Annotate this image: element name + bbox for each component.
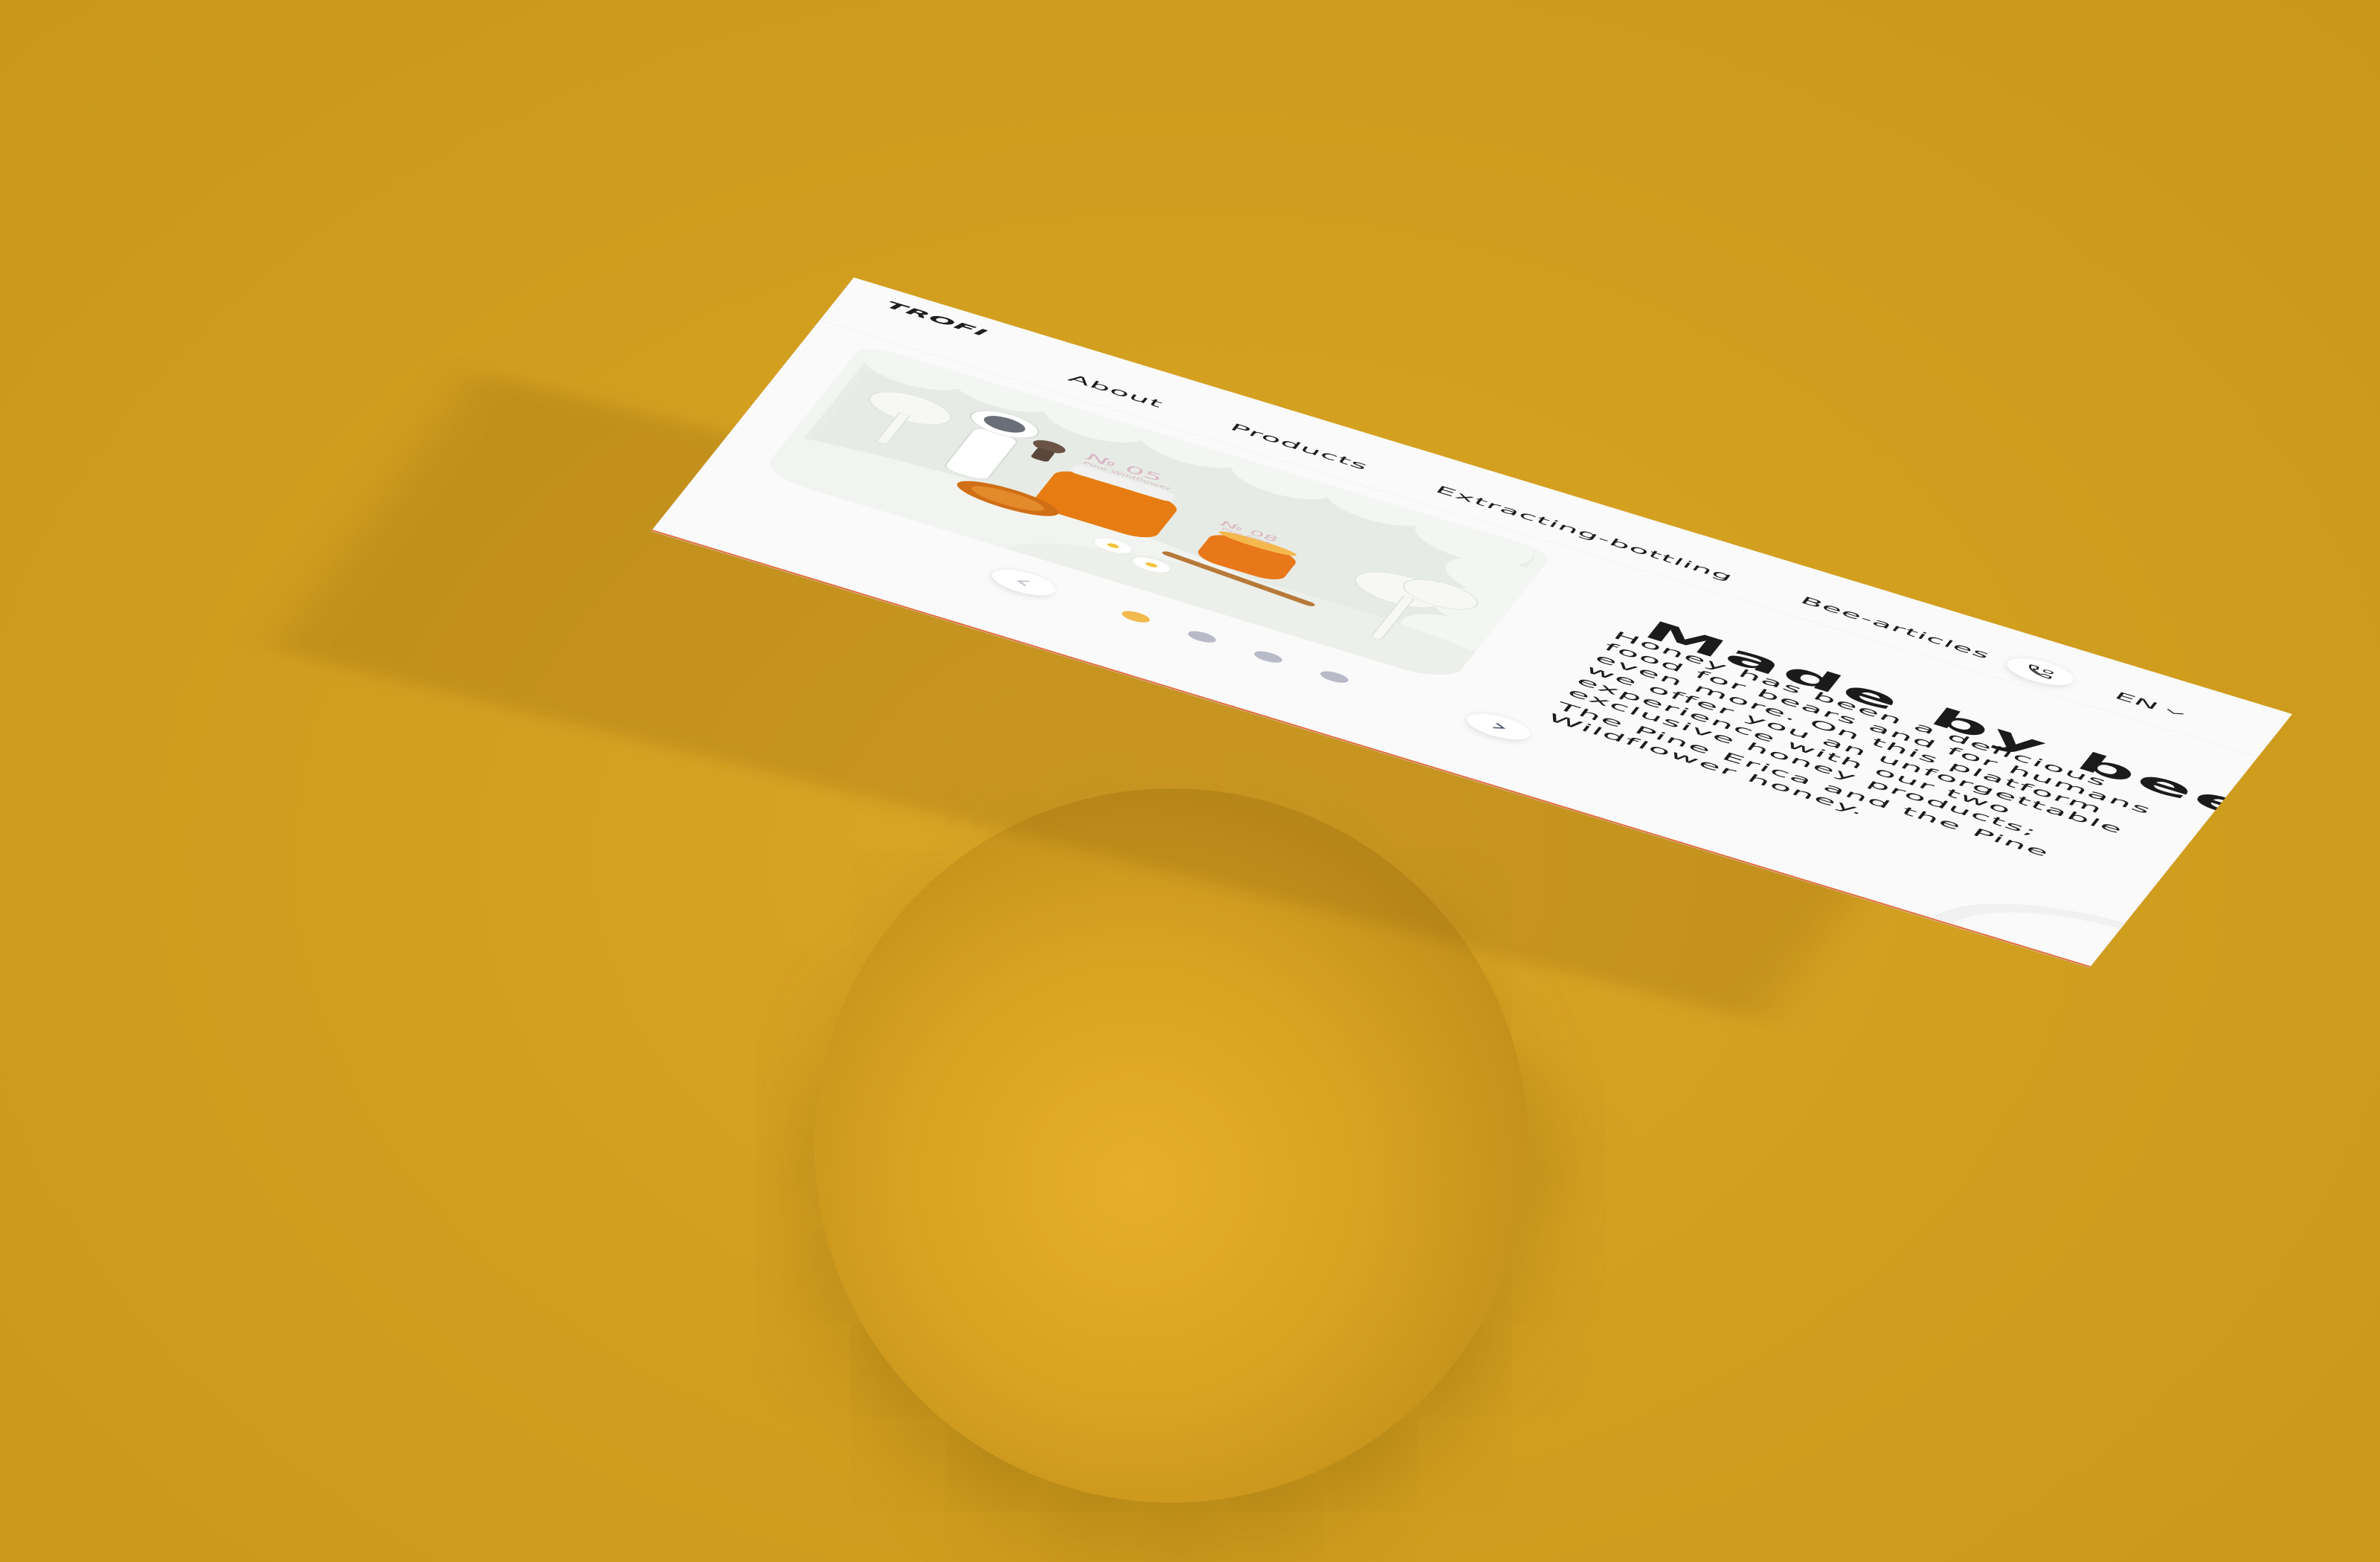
corner-decoration [1890,875,2292,967]
slider-next-button[interactable] [1460,708,1537,745]
chevron-left-icon [1016,580,1030,586]
slider-dot-3[interactable] [1251,649,1285,665]
nav-item-about[interactable]: About [1065,372,1166,410]
brand-logo[interactable]: TROFI [883,299,991,338]
slider-dot-4[interactable] [1317,669,1351,685]
slider-dot-2[interactable] [1185,629,1219,645]
phone-button[interactable] [2000,652,2080,691]
language-label: EN [2112,689,2162,713]
phone-icon [2029,664,2053,679]
slider-dot-1[interactable] [1119,608,1153,625]
nav-item-bee-articles[interactable]: Bee-articles [1798,594,1993,661]
tree-left [869,391,952,445]
chevron-right-icon [1492,723,1506,729]
scene-background: TROFI About Products Extracting-bottling… [0,0,2380,1562]
chevron-down-icon [2167,709,2184,715]
slider-prev-button[interactable] [985,564,1062,601]
